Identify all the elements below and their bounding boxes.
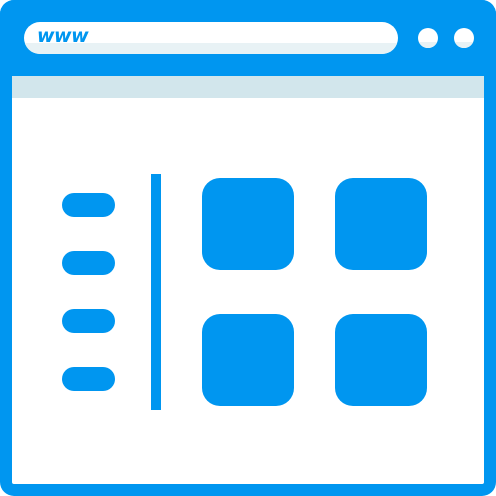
window-control-dot-1[interactable] bbox=[418, 28, 438, 48]
sidebar-menu-line-1[interactable] bbox=[62, 193, 115, 217]
grid-tile-4[interactable] bbox=[335, 314, 427, 406]
address-bar[interactable]: www bbox=[24, 22, 398, 54]
sidebar-divider bbox=[151, 174, 161, 410]
grid-tile-3[interactable] bbox=[202, 314, 294, 406]
sidebar-menu-line-4[interactable] bbox=[62, 367, 115, 391]
window-control-dot-2[interactable] bbox=[454, 28, 474, 48]
grid-tile-1[interactable] bbox=[202, 178, 294, 270]
title-bar: www bbox=[0, 0, 496, 76]
content-top-strip bbox=[12, 76, 484, 98]
sidebar-menu-line-2[interactable] bbox=[62, 251, 115, 275]
address-text: www bbox=[37, 25, 89, 47]
grid-tile-2[interactable] bbox=[335, 178, 427, 270]
sidebar-menu-line-3[interactable] bbox=[62, 309, 115, 333]
